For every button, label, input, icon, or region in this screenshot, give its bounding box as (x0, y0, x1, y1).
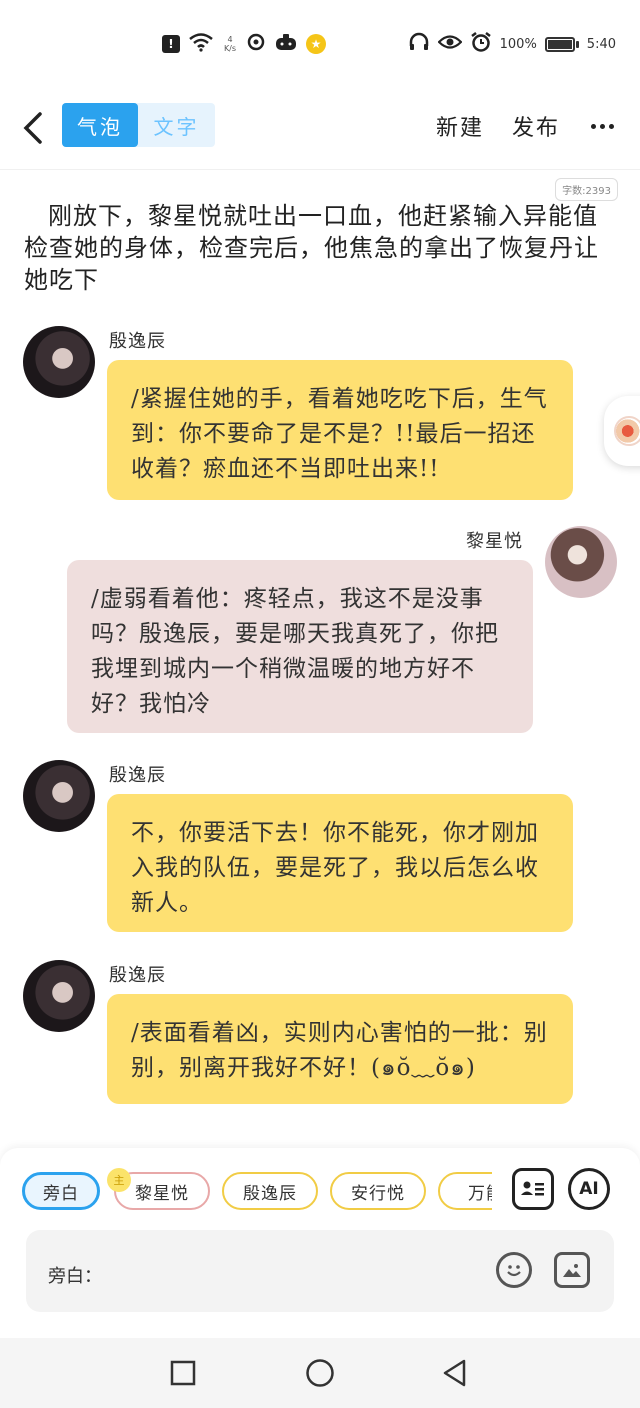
mode-toggle: 气泡 文字 (62, 103, 215, 147)
wifi-icon (188, 32, 214, 56)
network-speed-unit: K/s (223, 44, 237, 53)
speaker-name: 殷逸辰 (109, 965, 166, 986)
new-button[interactable]: 新建 (436, 110, 484, 142)
message-input[interactable]: 旁白： (26, 1230, 614, 1312)
back-button[interactable] (18, 108, 48, 148)
clock-time: 5:40 (586, 36, 616, 52)
more-options-icon[interactable] (591, 124, 614, 129)
ai-button[interactable]: AI (568, 1168, 610, 1210)
eye-comfort-icon (437, 33, 463, 55)
role-selector: 旁白 黎星悦 殷逸辰 安行悦 万能 (20, 1172, 492, 1212)
composer-panel: 旁白 黎星悦 殷逸辰 安行悦 万能 主 AI 旁白： (0, 1148, 640, 1338)
narration-text[interactable]: 刚放下，黎星悦就吐出一口血，他赶紧输入异能值检查她的身体，检查完后，他焦急的拿出… (24, 200, 614, 296)
publish-button[interactable]: 发布 (512, 110, 560, 142)
battery-icon (544, 36, 579, 52)
role-chip-wanneng[interactable]: 万能 (438, 1172, 492, 1210)
alarm-icon (470, 31, 492, 57)
message-bubble[interactable]: /虚弱看着他：疼轻点，我这不是没事吗？殷逸辰，要是哪天我真死了，你把我埋到城内一… (67, 560, 533, 733)
role-chip-yin-yichen[interactable]: 殷逸辰 (222, 1172, 318, 1210)
avatar[interactable] (23, 326, 95, 398)
speaker-name: 黎星悦 (466, 531, 523, 552)
network-speed: 4 K/s (222, 35, 238, 53)
avatar[interactable] (545, 526, 617, 598)
avatar[interactable] (23, 760, 95, 832)
star-badge-icon: ★ (306, 34, 326, 54)
home-circle-icon[interactable] (305, 1358, 335, 1388)
tab-text[interactable]: 文字 (138, 103, 215, 147)
system-nav-bar (0, 1338, 640, 1408)
notification-alert-icon: ! (162, 35, 180, 53)
avatar[interactable] (23, 960, 95, 1032)
battery-percent: 100% (499, 36, 537, 52)
recents-square-icon[interactable] (168, 1358, 198, 1388)
sticker-icon (614, 416, 640, 446)
headphones-icon (408, 32, 430, 56)
message-bubble[interactable]: /紧握住她的手，看着她吃吃下后，生气到：你不要命了是不是？!!最后一招还收着？瘀… (107, 360, 573, 500)
word-count-badge: 字数:2393 (555, 178, 618, 201)
role-manage-button[interactable] (512, 1168, 554, 1210)
status-bar: ! 4 K/s ★ 100% 5:40 (0, 0, 640, 90)
emoji-icon[interactable] (496, 1252, 532, 1288)
floating-sticker-button[interactable] (604, 396, 640, 466)
status-right-icons: 100% 5:40 (408, 30, 616, 58)
chevron-left-icon (23, 112, 42, 144)
protagonist-badge: 主 (107, 1168, 131, 1192)
image-icon[interactable] (554, 1252, 590, 1288)
editor-header: 气泡 文字 新建 发布 (0, 90, 640, 170)
contact-card-icon (521, 1181, 544, 1196)
role-chip-an-xingyue[interactable]: 安行悦 (330, 1172, 426, 1210)
back-triangle-icon[interactable] (440, 1358, 470, 1388)
tab-bubble[interactable]: 气泡 (62, 103, 138, 147)
input-role-label: 旁白： (48, 1266, 102, 1287)
message-bubble[interactable]: /表面看着凶，实则内心害怕的一批：别别，别离开我好不好！(๑ŏ﹏ŏ๑) (107, 994, 573, 1104)
role-chip-narrator[interactable]: 旁白 (22, 1172, 100, 1210)
network-speed-value: 4 (227, 35, 233, 44)
message-bubble[interactable]: 不，你要活下去！你不能死，你才刚加入我的队伍，要是死了，我以后怎么收新人。 (107, 794, 573, 932)
status-left-icons: ! 4 K/s ★ (162, 30, 326, 58)
game-controller-icon (274, 32, 298, 56)
speaker-name: 殷逸辰 (109, 765, 166, 786)
speaker-name: 殷逸辰 (109, 331, 166, 352)
app-refresh-icon (246, 32, 266, 56)
